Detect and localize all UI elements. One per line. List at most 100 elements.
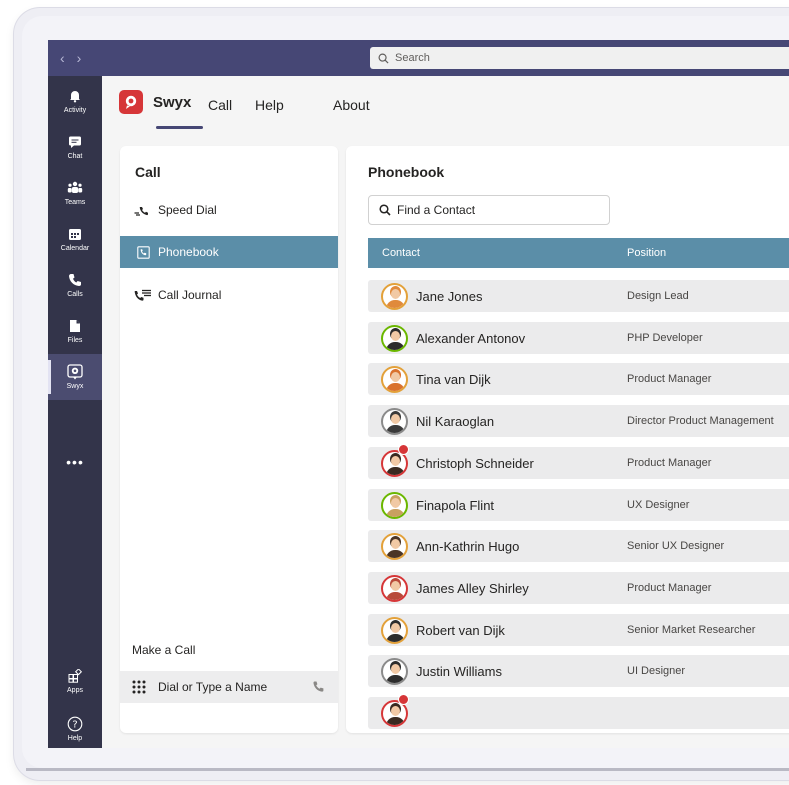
back-icon[interactable]: ‹ <box>60 50 77 66</box>
nav-item-phonebook[interactable]: Phonebook <box>120 236 338 268</box>
tab-about[interactable]: About <box>333 97 370 113</box>
nav-item-speed-dial[interactable]: Speed Dial <box>120 194 338 226</box>
table-row[interactable]: Justin Williams UI Designer <box>368 655 789 688</box>
rail-item-activity[interactable]: Activity <box>48 78 102 124</box>
nav-item-label: Phonebook <box>158 245 219 259</box>
rail-item-calendar[interactable]: Calendar <box>48 216 102 262</box>
nav-item-call-journal[interactable]: Call Journal <box>120 279 338 311</box>
app-name: Swyx <box>153 93 192 111</box>
find-contact-input[interactable]: Find a Contact <box>368 195 610 225</box>
active-tab-indicator <box>156 126 203 129</box>
contact-position: Senior Market Researcher <box>627 623 756 636</box>
rail-item-calls[interactable]: Calls <box>48 262 102 308</box>
panel-title: Phonebook <box>368 164 445 180</box>
nav-item-label: Speed Dial <box>158 203 217 217</box>
avatar <box>381 408 408 436</box>
rail-item-teams[interactable]: Teams <box>48 170 102 216</box>
contact-name: Jane Jones <box>416 289 483 304</box>
phonebook-icon <box>134 245 152 259</box>
rail-label: Calendar <box>60 245 90 252</box>
contact-name: Justin Williams <box>416 664 502 680</box>
rail-item-apps[interactable]: Apps <box>48 658 102 704</box>
contact-name: James Alley Shirley <box>416 580 529 596</box>
avatar <box>381 616 408 644</box>
rail-label: Calls <box>67 291 83 298</box>
dial-placeholder: Dial or Type a Name <box>158 680 268 694</box>
table-row[interactable]: Nil Karaoglan Director Product Management <box>368 405 789 438</box>
svg-text:?: ? <box>72 720 77 731</box>
contact-position: PHP Developer <box>627 331 703 344</box>
contact-position: UX Designer <box>627 498 690 511</box>
contact-name: Tina van Dijk <box>416 372 491 388</box>
chat-icon <box>67 134 83 150</box>
table-row[interactable]: Jane Jones Design Lead <box>368 280 789 312</box>
rail-item-files[interactable]: Files <box>48 308 102 354</box>
avatar <box>381 658 408 686</box>
search-input[interactable]: Search <box>370 47 789 69</box>
rail-item-swyx[interactable]: Swyx <box>48 354 102 400</box>
table-row[interactable]: Finapola Flint UX Designer <box>368 488 789 521</box>
search-placeholder: Search <box>395 52 430 64</box>
table-row[interactable]: James Alley Shirley Product Manager <box>368 571 789 604</box>
app-rail: Activity Chat Teams Calendar Calls Files… <box>48 76 102 748</box>
search-icon <box>378 53 389 64</box>
dialpad-icon <box>132 680 146 694</box>
bell-icon <box>67 88 83 104</box>
table-row[interactable]: Alexander Antonov PHP Developer <box>368 321 789 354</box>
rail-label: Activity <box>63 107 87 114</box>
contact-name: Nil Karaoglan <box>416 414 495 430</box>
contact-position: Product Manager <box>627 456 712 469</box>
teams-window: ‹› Search Activity Chat Teams Calendar C… <box>48 40 789 748</box>
tab-call[interactable]: Call <box>208 97 232 113</box>
table-row[interactable] <box>368 694 789 729</box>
rail-label: Swyx <box>66 383 84 390</box>
contact-name: Robert van Dijk <box>416 622 505 638</box>
forward-icon[interactable]: › <box>77 50 94 66</box>
swyx-logo-icon <box>119 90 143 114</box>
avatar <box>381 574 408 602</box>
contact-name: Christoph Schneider <box>416 455 534 471</box>
teams-icon <box>67 180 83 196</box>
contact-position: Design Lead <box>627 290 689 302</box>
avatar <box>381 366 408 394</box>
column-header-contact[interactable]: Contact <box>382 247 420 259</box>
more-apps-icon[interactable]: ••• <box>48 454 102 470</box>
panel-title: Call <box>135 164 161 180</box>
history-nav: ‹› <box>60 50 93 66</box>
help-icon: ? <box>67 716 83 732</box>
rail-label: Chat <box>67 153 83 160</box>
avatar <box>381 491 408 519</box>
contact-position: Product Manager <box>627 373 712 386</box>
search-icon <box>379 204 391 216</box>
phonebook-panel: Phonebook Find a Contact Contact Positio… <box>346 146 789 733</box>
contact-position: Director Product Management <box>627 415 774 428</box>
dial-input[interactable]: Dial or Type a Name <box>120 671 338 703</box>
title-bar: ‹› Search <box>48 40 789 76</box>
rail-item-chat[interactable]: Chat <box>48 124 102 170</box>
call-journal-icon <box>134 288 152 302</box>
rail-label: Teams <box>64 199 86 206</box>
device-edge <box>26 768 789 771</box>
contact-position: Product Manager <box>627 581 712 594</box>
table-row[interactable]: Tina van Dijk Product Manager <box>368 363 789 396</box>
table-row[interactable]: Christoph Schneider Product Manager <box>368 443 789 479</box>
missed-call-badge <box>398 694 409 705</box>
avatar <box>381 283 408 310</box>
table-row[interactable]: Ann-Kathrin Hugo Senior UX Designer <box>368 530 789 563</box>
tab-help[interactable]: Help <box>255 97 284 113</box>
call-button-icon[interactable] <box>312 680 326 694</box>
contact-position: UI Designer <box>627 665 686 678</box>
missed-call-badge <box>398 443 409 455</box>
table-row[interactable]: Robert van Dijk Senior Market Researcher <box>368 613 789 646</box>
apps-icon <box>67 668 83 684</box>
column-header-position[interactable]: Position <box>627 247 666 259</box>
rail-label: Apps <box>67 687 83 694</box>
contact-name: Alexander Antonov <box>416 330 526 346</box>
rail-item-help[interactable]: ? Help <box>48 706 102 748</box>
nav-item-label: Call Journal <box>158 288 222 302</box>
swyx-logo: Swyx <box>119 90 191 114</box>
calendar-icon <box>67 226 83 242</box>
make-call-heading: Make a Call <box>132 643 196 657</box>
contact-position: Senior UX Designer <box>627 540 725 553</box>
file-icon <box>67 318 83 334</box>
